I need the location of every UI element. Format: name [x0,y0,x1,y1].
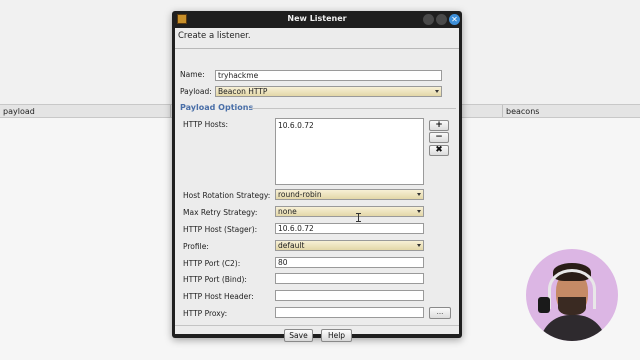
column-header-beacons[interactable]: beacons [506,107,539,116]
proxy-config-button[interactable]: ... [429,307,451,319]
title-bar[interactable]: New Listener ✕ [172,11,462,28]
port-bind-label: HTTP Port (Bind): [183,275,247,284]
profile-label: Profile: [183,242,209,251]
column-header-payload[interactable]: payload [3,107,35,116]
column-separator [502,105,503,117]
chevron-down-icon [417,193,421,196]
payload-select[interactable]: Beacon HTTP [215,86,442,97]
payload-label: Payload: [180,87,212,96]
add-host-button[interactable]: + [429,120,449,131]
stager-input[interactable]: 10.6.0.72 [275,223,424,234]
clear-hosts-button[interactable]: ✖ [429,145,449,156]
maximize-icon[interactable] [436,14,447,25]
microphone-icon [538,297,550,313]
x-icon: ✖ [435,145,443,155]
name-label: Name: [180,70,205,79]
payload-options-heading: Payload Options [180,103,254,112]
minus-icon: − [435,132,443,142]
divider [175,325,459,326]
payload-select-value: Beacon HTTP [218,87,268,96]
stager-label: HTTP Host (Stager): [183,225,258,234]
remove-host-button[interactable]: − [429,132,449,143]
profile-select[interactable]: default [275,240,424,251]
plus-icon: + [435,120,443,130]
profile-select-value: default [278,241,305,250]
proxy-label: HTTP Proxy: [183,309,228,318]
divider [175,48,459,49]
rotation-label: Host Rotation Strategy: [183,191,271,200]
avatar-shirt [540,315,606,341]
host-header-input[interactable] [275,290,424,301]
column-separator [170,105,171,117]
minimize-icon[interactable] [423,14,434,25]
host-header-label: HTTP Host Header: [183,292,254,301]
chevron-down-icon [435,90,439,93]
dialog-content: Create a listener. Name: tryhackme Paylo… [175,28,459,342]
port-bind-input[interactable] [275,273,424,284]
close-icon[interactable]: ✕ [449,14,460,25]
port-c2-label: HTTP Port (C2): [183,259,241,268]
webcam-avatar [526,249,618,341]
rotation-select-value: round-robin [278,190,322,199]
chevron-down-icon [417,244,421,247]
http-hosts-label: HTTP Hosts: [183,120,229,129]
rotation-select[interactable]: round-robin [275,189,424,200]
dialog-title: New Listener [287,14,347,23]
new-listener-dialog: New Listener ✕ Create a listener. Name: … [172,11,462,342]
retry-select-value: none [278,207,297,216]
http-host-item[interactable]: 10.6.0.72 [278,121,421,130]
name-input[interactable]: tryhackme [215,70,442,81]
save-button[interactable]: Save [284,329,313,342]
http-hosts-list[interactable]: 10.6.0.72 [275,118,424,185]
text-cursor-icon [356,213,361,222]
help-button[interactable]: Help [321,329,352,342]
retry-label: Max Retry Strategy: [183,208,258,217]
dialog-description: Create a listener. [178,31,251,41]
proxy-input[interactable] [275,307,424,318]
retry-select[interactable]: none [275,206,424,217]
headset-icon [548,269,596,309]
port-c2-input[interactable]: 80 [275,257,424,268]
divider [251,108,456,109]
chevron-down-icon [417,210,421,213]
